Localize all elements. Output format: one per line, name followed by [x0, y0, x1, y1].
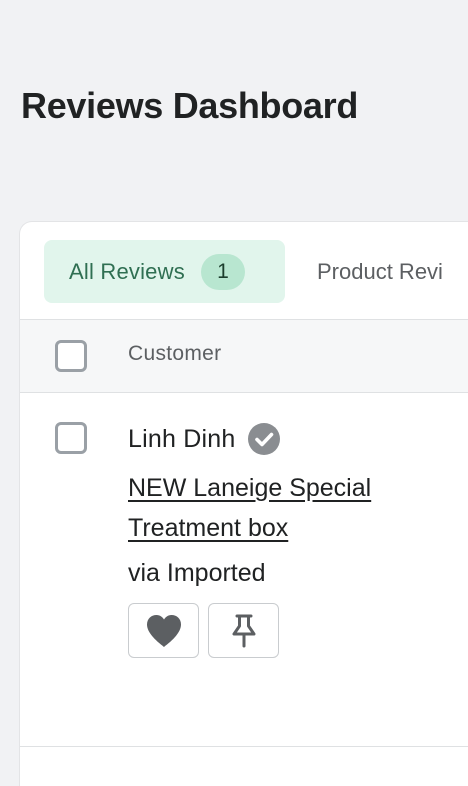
verified-check-icon — [248, 423, 281, 455]
pin-icon — [232, 614, 255, 647]
column-header-customer: Customer — [128, 342, 222, 365]
favorite-button[interactable] — [128, 603, 199, 658]
tab-all-reviews[interactable]: All Reviews 1 — [44, 240, 285, 303]
select-all-checkbox[interactable] — [55, 340, 87, 372]
page-title: Reviews Dashboard — [21, 85, 359, 126]
review-source: via Imported — [128, 559, 266, 587]
row-select-checkbox[interactable] — [55, 422, 87, 454]
reviews-card: All Reviews 1 Product Revi Customer Linh… — [20, 222, 468, 786]
pin-button[interactable] — [208, 603, 279, 658]
tab-product-reviews[interactable]: Product Revi — [317, 240, 443, 303]
product-link[interactable]: NEW Laneige Special Treatment box — [128, 468, 428, 548]
customer-line: Linh Dinh — [128, 423, 281, 455]
customer-name: Linh Dinh — [128, 424, 236, 453]
heart-icon — [146, 614, 181, 647]
table-header-row: Customer — [20, 319, 468, 393]
tab-all-reviews-label: All Reviews — [69, 258, 185, 284]
table-row: Linh Dinh NEW Laneige Special Treatment … — [20, 393, 468, 747]
reviews-dashboard-page: Reviews Dashboard All Reviews 1 Product … — [0, 0, 468, 786]
tab-all-reviews-count-badge: 1 — [200, 253, 245, 290]
tab-product-reviews-label: Product Revi — [317, 258, 443, 284]
review-tabs: All Reviews 1 Product Revi — [20, 222, 468, 318]
